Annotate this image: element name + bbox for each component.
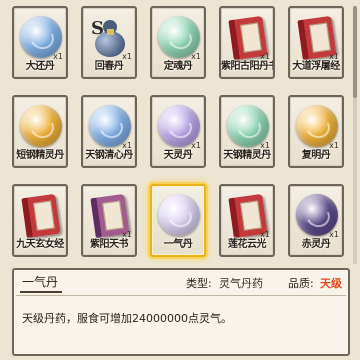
item-grid: x1 大还丹 Sx1 回春丹 x1 定魂丹 x1 紫阳古阳丹书 x1 大道浮屠经短钢精灵丹 x1 天钢… bbox=[12, 6, 352, 264]
detail-divider bbox=[16, 295, 346, 296]
item-name: 短钢精灵丹 bbox=[16, 150, 64, 161]
item-slot[interactable]: x1 天钢精灵丹 bbox=[219, 95, 275, 168]
item-slot[interactable]: x1 复明丹 bbox=[288, 95, 344, 168]
item-name: 天钢清心丹 bbox=[85, 150, 133, 161]
item-slot[interactable]: x1 天钢清心丹 bbox=[81, 95, 137, 168]
item-slot[interactable]: x1 紫阳古阳丹书 bbox=[219, 6, 275, 79]
item-slot[interactable]: x1 大还丹 bbox=[12, 6, 68, 79]
pill-icon bbox=[18, 103, 64, 149]
detail-description: 天级丹药，服食可增加24000000点灵气。 bbox=[22, 312, 232, 325]
item-name: 天灵丹 bbox=[163, 150, 193, 161]
item-name: 复明丹 bbox=[301, 150, 331, 161]
detail-type-label: 类型: bbox=[186, 277, 212, 290]
item-detail-panel: 一气丹 类型: 灵气丹药 品质: 天级 天级丹药，服食可增加24000000点灵… bbox=[12, 268, 350, 356]
scrollbar-thumb[interactable] bbox=[353, 6, 357, 98]
detail-quality-value: 天级 bbox=[320, 277, 342, 290]
item-name: 莲花云光 bbox=[228, 239, 267, 250]
item-name: 回春丹 bbox=[94, 61, 124, 72]
item-slot[interactable]: x1 赤灵丹 bbox=[288, 184, 344, 257]
item-slot[interactable]: Sx1 回春丹 bbox=[81, 6, 137, 79]
detail-item-name: 一气丹 bbox=[22, 275, 59, 289]
item-name: 大还丹 bbox=[25, 61, 55, 72]
item-name: 天钢精灵丹 bbox=[223, 150, 271, 161]
item-slot[interactable]: x1 定魂丹 bbox=[150, 6, 206, 79]
detail-type-value: 灵气丹药 bbox=[219, 277, 263, 290]
inventory-panel: x1 大还丹 Sx1 回春丹 x1 定魂丹 x1 紫阳古阳丹书 x1 大道浮屠经短钢精灵丹 x1 天钢… bbox=[0, 0, 360, 360]
item-slot[interactable]: x1 紫阳天书 bbox=[81, 184, 137, 257]
item-name: 赤灵丹 bbox=[301, 239, 331, 250]
item-name: 紫阳古阳丹书 bbox=[221, 61, 273, 72]
book-icon bbox=[18, 192, 64, 239]
item-slot[interactable]: x1 天灵丹 bbox=[150, 95, 206, 168]
item-name: 大道浮屠经 bbox=[292, 61, 340, 72]
item-name: 九天玄女经 bbox=[16, 239, 64, 250]
pill-icon bbox=[156, 192, 202, 238]
detail-name-underline bbox=[20, 291, 62, 293]
item-name: 紫阳天书 bbox=[90, 239, 129, 250]
item-slot[interactable]: x1 大道浮屠经 bbox=[288, 6, 344, 79]
detail-quality-label: 品质: bbox=[288, 277, 314, 290]
item-name: 一气丹 bbox=[163, 239, 193, 250]
item-slot[interactable]: 一气丹 bbox=[150, 184, 206, 257]
item-slot[interactable]: 九天玄女经 bbox=[12, 184, 68, 257]
item-slot[interactable]: x1 莲花云光 bbox=[219, 184, 275, 257]
item-slot[interactable]: 短钢精灵丹 bbox=[12, 95, 68, 168]
item-name: 定魂丹 bbox=[163, 61, 193, 72]
